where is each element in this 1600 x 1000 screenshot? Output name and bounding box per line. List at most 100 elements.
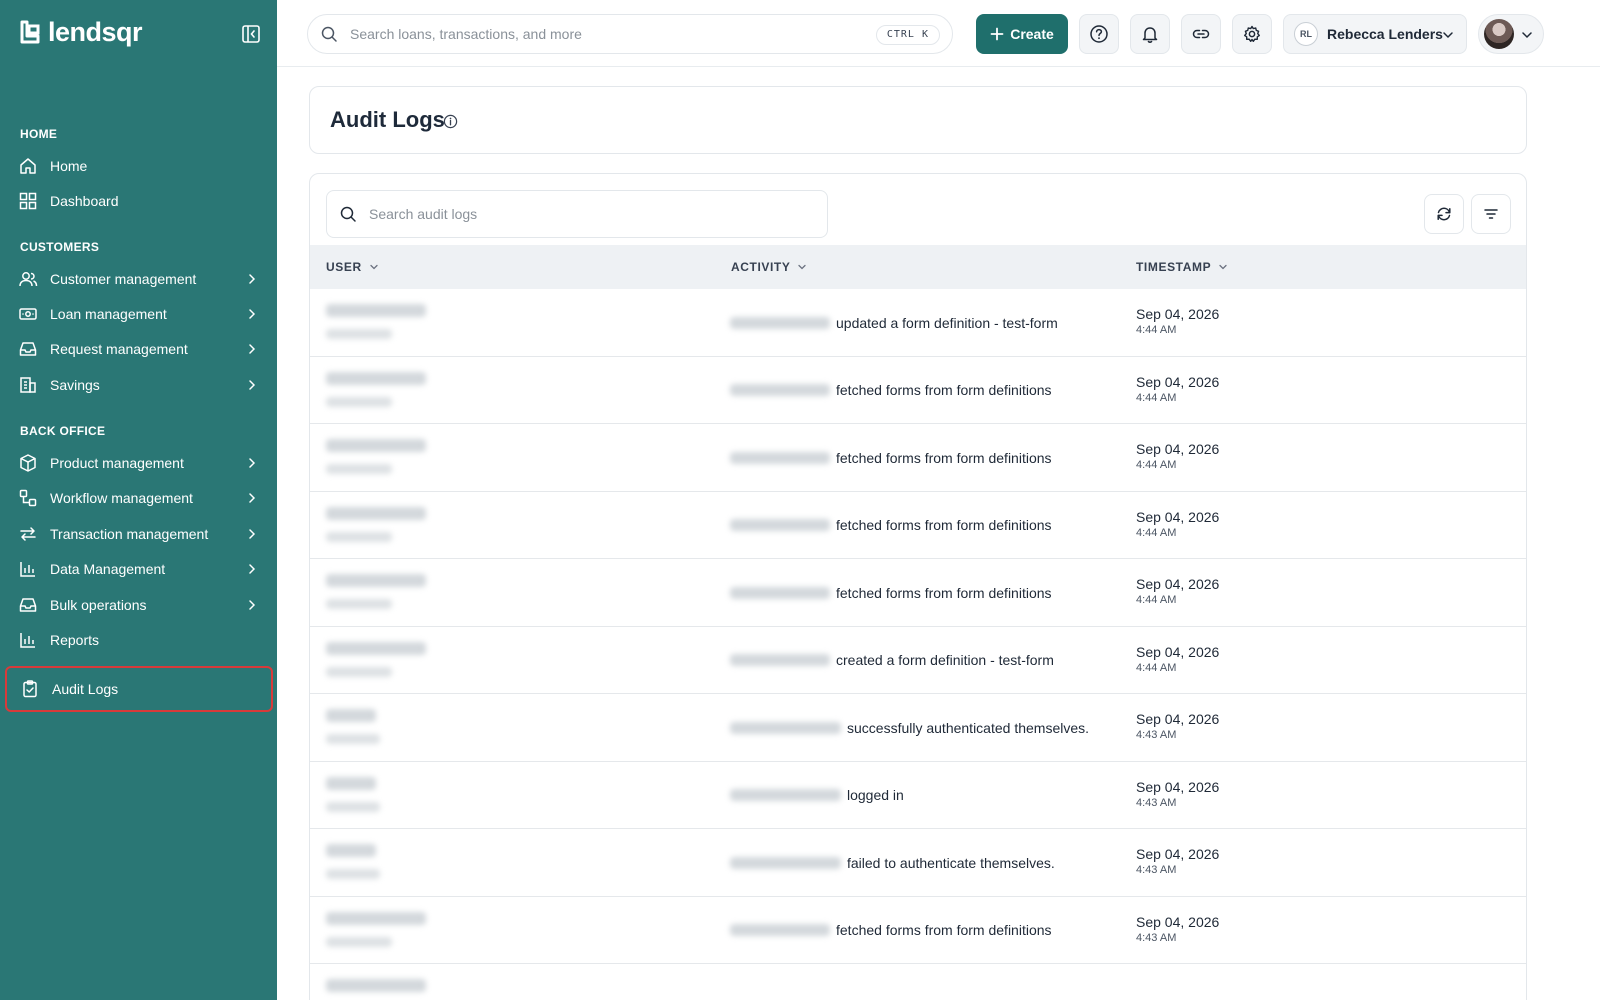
user-initials-badge: RL	[1294, 22, 1318, 46]
brand-logo[interactable]: lendsqr	[20, 17, 143, 47]
account-switcher[interactable]: RL Rebecca Lenders	[1283, 14, 1467, 54]
sidebar-item-workflow-management[interactable]: Workflow management	[8, 481, 270, 515]
chevron-right-icon	[249, 309, 256, 319]
chevron-right-icon	[249, 274, 256, 284]
workflow-icon	[18, 488, 38, 508]
sidebar-item-bulk-operations[interactable]: Bulk operations	[8, 588, 270, 622]
table-row[interactable]: created a form definition - test-form Se…	[310, 627, 1526, 694]
sidebar-item-audit-logs[interactable]: Audit Logs	[5, 666, 273, 712]
sidebar-item-transaction-management[interactable]: Transaction management	[8, 517, 270, 551]
activity-text: failed to authenticate themselves.	[847, 854, 1055, 871]
table-row[interactable]: fetched forms from form definitions Sep …	[310, 424, 1526, 492]
sidebar-item-label: Dashboard	[50, 193, 119, 209]
activity-cell: fetched forms from form definitions	[730, 424, 1052, 491]
chevron-right-icon	[249, 600, 256, 610]
sidebar-item-label: Request management	[50, 341, 188, 357]
sidebar-item-request-management[interactable]: Request management	[8, 332, 270, 366]
timestamp-cell: Sep 04, 2026 4:44 AM	[1136, 374, 1219, 405]
search-placeholder: Search loans, transactions, and more	[350, 26, 582, 42]
redacted-user	[326, 909, 426, 947]
audit-search-input[interactable]: Search audit logs	[326, 190, 828, 238]
activity-cell: fetched forms from form definitions	[730, 357, 1052, 424]
column-label: ACTIVITY	[731, 260, 791, 274]
sidebar-item-home[interactable]: Home	[8, 149, 270, 183]
sidebar-item-label: Bulk operations	[50, 597, 147, 613]
timestamp-cell: Sep 04, 2026 4:44 AM	[1136, 576, 1219, 607]
sidebar-item-label: Reports	[50, 632, 100, 648]
timestamp-time: 4:43 AM	[1136, 864, 1177, 876]
chevron-right-icon	[249, 380, 256, 390]
activity-text: fetched forms from form definitions	[836, 449, 1052, 466]
table-row[interactable]: successfully authenticated themselves. S…	[310, 694, 1526, 762]
redacted-user	[326, 571, 426, 609]
refresh-button[interactable]	[1424, 194, 1464, 234]
link-button[interactable]	[1181, 14, 1221, 54]
chevron-down-icon	[370, 264, 378, 270]
sidebar-item-data-management[interactable]: Data Management	[8, 552, 270, 586]
settings-button[interactable]	[1232, 14, 1272, 54]
column-header-user[interactable]: USER	[326, 245, 380, 289]
activity-text: fetched forms from form definitions	[836, 922, 1052, 938]
table-row[interactable]: fetched forms from form definitions Sep …	[310, 897, 1526, 964]
activity-cell: fetched forms from form definitions	[730, 559, 1052, 626]
sidebar-item-loan-management[interactable]: Loan management	[8, 297, 270, 331]
redacted-user	[326, 774, 380, 812]
table-row[interactable]: fetched forms from form definitions Sep …	[310, 357, 1526, 424]
home-icon	[18, 156, 38, 176]
table-row[interactable]: failed to authenticate themselves. Sep 0…	[310, 829, 1526, 897]
search-icon	[321, 26, 337, 42]
timestamp-time: 4:44 AM	[1136, 391, 1177, 404]
info-icon[interactable]	[443, 114, 458, 129]
create-button[interactable]: Create	[976, 14, 1068, 54]
redacted-user	[326, 706, 380, 744]
users-icon	[18, 269, 38, 289]
global-search-input[interactable]: Search loans, transactions, and more CTR…	[307, 14, 953, 54]
user-name: Rebecca Lenders	[1327, 26, 1443, 42]
table-row-partial[interactable]	[310, 964, 1526, 1000]
sidebar-item-label: Data Management	[50, 561, 166, 577]
timestamp-time: 4:44 AM	[1136, 594, 1177, 606]
chevron-down-icon	[1219, 264, 1227, 270]
cash-icon	[18, 304, 38, 324]
chevron-down-icon	[1522, 32, 1532, 39]
page-header: Audit Logs	[309, 86, 1527, 154]
avatar	[1484, 19, 1514, 49]
profile-menu-button[interactable]	[1478, 14, 1544, 54]
sidebar-item-reports[interactable]: Reports	[8, 623, 270, 657]
create-button-label: Create	[1010, 26, 1054, 42]
redacted-user	[326, 841, 380, 879]
plus-icon	[990, 27, 1004, 41]
activity-cell: fetched forms from form definitions	[730, 897, 1052, 964]
sidebar-item-product-management[interactable]: Product management	[8, 446, 270, 480]
timestamp-cell: Sep 04, 2026 4:44 AM	[1136, 441, 1219, 472]
timestamp-cell: Sep 04, 2026 4:43 AM	[1136, 846, 1219, 877]
filter-button[interactable]	[1471, 194, 1511, 234]
table-row[interactable]: logged in Sep 04, 2026 4:43 AM	[310, 762, 1526, 829]
column-header-timestamp[interactable]: TIMESTAMP	[1136, 245, 1229, 289]
sidebar-item-label: Audit Logs	[52, 681, 119, 697]
brand-name: lendsqr	[48, 17, 143, 47]
column-label: TIMESTAMP	[1136, 260, 1212, 274]
sidebar-item-savings[interactable]: Savings	[8, 368, 270, 402]
search-icon	[340, 206, 356, 222]
help-button[interactable]	[1079, 14, 1119, 54]
redacted-user	[326, 436, 426, 474]
timestamp-date: Sep 04, 2026	[1136, 306, 1220, 322]
collapse-sidebar-button[interactable]	[241, 24, 261, 44]
column-header-activity[interactable]: ACTIVITY	[731, 245, 808, 289]
redacted-user	[326, 301, 426, 339]
building-icon	[18, 375, 38, 395]
table-row[interactable]: fetched forms from form definitions Sep …	[310, 559, 1526, 627]
activity-cell: fetched forms from form definitions	[730, 492, 1052, 559]
link-icon	[1192, 29, 1210, 39]
table-row[interactable]: fetched forms from form definitions Sep …	[310, 492, 1526, 559]
sidebar-item-dashboard[interactable]: Dashboard	[8, 184, 270, 218]
bar-chart-icon	[18, 630, 38, 650]
sidebar-item-customer-management[interactable]: Customer management	[8, 262, 270, 296]
timestamp-date: Sep 04, 2026	[1136, 913, 1220, 930]
box-icon	[18, 453, 38, 473]
chevron-down-icon	[1443, 32, 1453, 39]
timestamp-time: 4:44 AM	[1136, 459, 1177, 471]
notifications-button[interactable]	[1130, 14, 1170, 54]
table-row[interactable]: updated a form definition - test-form Se…	[310, 289, 1526, 357]
